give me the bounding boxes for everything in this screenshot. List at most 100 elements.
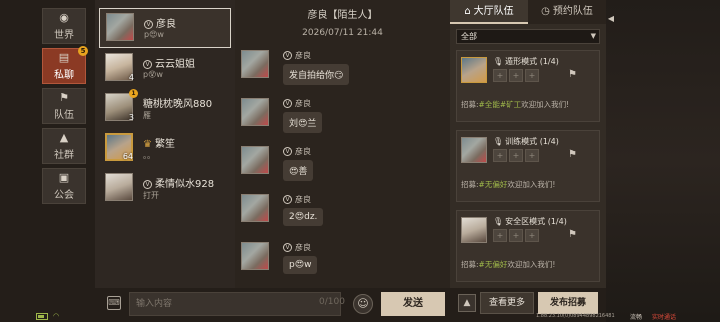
nav-item-private-chat[interactable]: 5 ▤ 私聊 bbox=[42, 46, 88, 84]
level-label: 3 bbox=[128, 113, 134, 122]
nav-item-label: 社群 bbox=[54, 149, 74, 161]
nav-item-label: 队伍 bbox=[54, 109, 74, 121]
empty-slot[interactable]: + bbox=[525, 149, 539, 162]
team-mode: 🎙 安全区模式 (1/4) bbox=[493, 217, 567, 226]
message-bubble: 刘😍兰 bbox=[283, 112, 323, 133]
avatar bbox=[461, 57, 487, 83]
avatar[interactable] bbox=[241, 146, 269, 174]
flag-icon: ⚑ bbox=[59, 90, 69, 104]
flag-icon[interactable]: ⚑ bbox=[568, 69, 577, 80]
voice-status-label: 实时通话 bbox=[652, 314, 677, 321]
guild-icon: ▣ bbox=[58, 170, 70, 184]
tab-reserved-teams[interactable]: ◷ 预约队伍 bbox=[528, 0, 606, 24]
flag-icon[interactable]: ⚑ bbox=[568, 149, 577, 160]
nav-item-world[interactable]: ◉ 世界 bbox=[42, 8, 86, 44]
team-recruit-message: 招募:#无偏好欢迎加入我们! bbox=[461, 180, 556, 189]
team-slots: + + + bbox=[493, 229, 541, 242]
globe-icon: ◉ bbox=[59, 10, 69, 24]
message-bubble: p😍w bbox=[283, 256, 318, 274]
contact-preview: 雁 bbox=[143, 111, 151, 120]
empty-slot[interactable]: + bbox=[509, 149, 523, 162]
level-label: 64 bbox=[122, 152, 133, 161]
team-panel: ⌂ 大厅队伍 ◷ 预约队伍 全部 ▼ 🎙 遁形模式 (1/4) + + + ⚑ 招募:#全… bbox=[450, 0, 606, 322]
avatar[interactable] bbox=[241, 194, 269, 222]
team-mode: 🎙 遁形模式 (1/4) bbox=[493, 57, 559, 66]
chat-title: 彦良【陌生人】 bbox=[307, 10, 378, 21]
chat-message: V 彦良 发自拍给你😏 bbox=[241, 50, 441, 94]
unread-badge: 1 bbox=[129, 89, 138, 98]
smile-icon: ☺ bbox=[357, 297, 369, 310]
contact-item[interactable]: 4 V 云云姐姐 p😵w bbox=[99, 49, 231, 89]
avatar: 64 bbox=[105, 133, 133, 161]
empty-slot[interactable]: + bbox=[525, 69, 539, 82]
empty-slot[interactable]: + bbox=[509, 229, 523, 242]
contact-preview: p😍w bbox=[144, 30, 164, 39]
unread-badge: 5 bbox=[78, 46, 88, 56]
chat-icon: ▤ bbox=[58, 50, 70, 64]
flag-icon[interactable]: ⚑ bbox=[568, 229, 577, 240]
contact-preview: p😵w bbox=[143, 70, 163, 79]
empty-slot[interactable]: + bbox=[493, 69, 507, 82]
keyboard-icon[interactable]: ⌨ bbox=[107, 296, 121, 310]
chat-date: 2026/07/11 21:44 bbox=[302, 28, 383, 38]
network-status-label: 流畅 bbox=[630, 314, 643, 321]
vip-badge: V bbox=[283, 147, 292, 156]
message-sender: V 彦良 bbox=[283, 242, 311, 253]
chat-message: V 彦良 😍善 bbox=[241, 146, 441, 190]
warning-icon[interactable]: ▲ bbox=[458, 294, 476, 312]
contact-item[interactable]: V 彦良 p😍w bbox=[99, 8, 231, 48]
chat-message: V 彦良 p😍w bbox=[241, 242, 441, 286]
avatar[interactable] bbox=[241, 242, 269, 270]
empty-slot[interactable]: + bbox=[509, 69, 523, 82]
vip-badge: V bbox=[283, 51, 292, 60]
team-filter-select[interactable]: 全部 ▼ bbox=[456, 29, 600, 44]
empty-slot[interactable]: + bbox=[493, 149, 507, 162]
mic-icon: 🎙 bbox=[493, 57, 504, 66]
level-label: 4 bbox=[128, 73, 134, 82]
contact-name: ♛ 繁笙 bbox=[143, 139, 175, 150]
nav-item-guild[interactable]: ▣ 公会 bbox=[42, 168, 86, 204]
contact-list: V 彦良 p😍w 4 V 云云姐姐 p😵w 3 1 糖桃枕晚风880 雁 64 ♛ 繁… bbox=[95, 0, 235, 288]
team-recruit-message: 招募:#全能#矿工欢迎加入我们! bbox=[461, 100, 570, 109]
empty-slot[interactable]: + bbox=[493, 229, 507, 242]
vip-badge: V bbox=[143, 180, 152, 189]
mic-icon: 🎙 bbox=[493, 217, 504, 226]
nav-item-team[interactable]: ⚑ 队伍 bbox=[42, 88, 86, 124]
contact-item[interactable]: V 柔情似水928 打开 bbox=[99, 169, 231, 209]
nav-item-community[interactable]: ▲ 社群 bbox=[42, 128, 86, 164]
contact-preview: 。。 bbox=[143, 151, 155, 160]
empty-slot[interactable]: + bbox=[525, 229, 539, 242]
collapse-arrow-icon[interactable]: ◀ bbox=[606, 14, 616, 28]
nav-item-label: 世界 bbox=[54, 29, 74, 41]
message-sender: V 彦良 bbox=[283, 146, 311, 157]
wifi-icon: ◠ bbox=[53, 312, 60, 320]
contact-name: 糖桃枕晚风880 bbox=[143, 99, 213, 110]
team-mode: 🎙 训练模式 (1/4) bbox=[493, 137, 559, 146]
avatar[interactable] bbox=[241, 98, 269, 126]
vip-badge: V bbox=[283, 243, 292, 252]
avatar[interactable] bbox=[241, 50, 269, 78]
crown-icon: ♛ bbox=[143, 139, 152, 150]
mic-icon: 🎙 bbox=[493, 137, 504, 146]
contact-item[interactable]: 64 ♛ 繁笙 。。 bbox=[99, 129, 231, 169]
team-slots: + + + bbox=[493, 69, 541, 82]
contact-preview: 打开 bbox=[143, 191, 159, 200]
team-recruit-message: 招募:#无偏好欢迎加入我们! bbox=[461, 260, 556, 269]
team-slots: + + + bbox=[493, 149, 541, 162]
message-sender: V 彦良 bbox=[283, 98, 311, 109]
team-card[interactable]: 🎙 训练模式 (1/4) + + + ⚑ 招募:#无偏好欢迎加入我们! bbox=[456, 130, 600, 202]
contact-item[interactable]: 3 1 糖桃枕晚风880 雁 bbox=[99, 89, 231, 129]
version-label: 1.88.23.10(0)08944898216481 bbox=[536, 313, 615, 319]
team-card[interactable]: 🎙 遁形模式 (1/4) + + + ⚑ 招募:#全能#矿工欢迎加入我们! bbox=[456, 50, 600, 122]
tab-lobby-teams[interactable]: ⌂ 大厅队伍 bbox=[450, 0, 528, 24]
message-sender: V 彦良 bbox=[283, 194, 311, 205]
vip-badge: V bbox=[144, 20, 153, 29]
game-scene-background bbox=[606, 0, 720, 322]
chat-message: V 彦良 刘😍兰 bbox=[241, 98, 441, 142]
team-card[interactable]: 🎙 安全区模式 (1/4) + + + ⚑ 招募:#无偏好欢迎加入我们! bbox=[456, 210, 600, 282]
avatar: 3 bbox=[105, 93, 134, 122]
message-bubble: 发自拍给你😏 bbox=[283, 64, 350, 85]
battery-icon bbox=[36, 313, 48, 320]
nav-item-label: 公会 bbox=[54, 189, 74, 201]
message-sender: V 彦良 bbox=[283, 50, 311, 61]
